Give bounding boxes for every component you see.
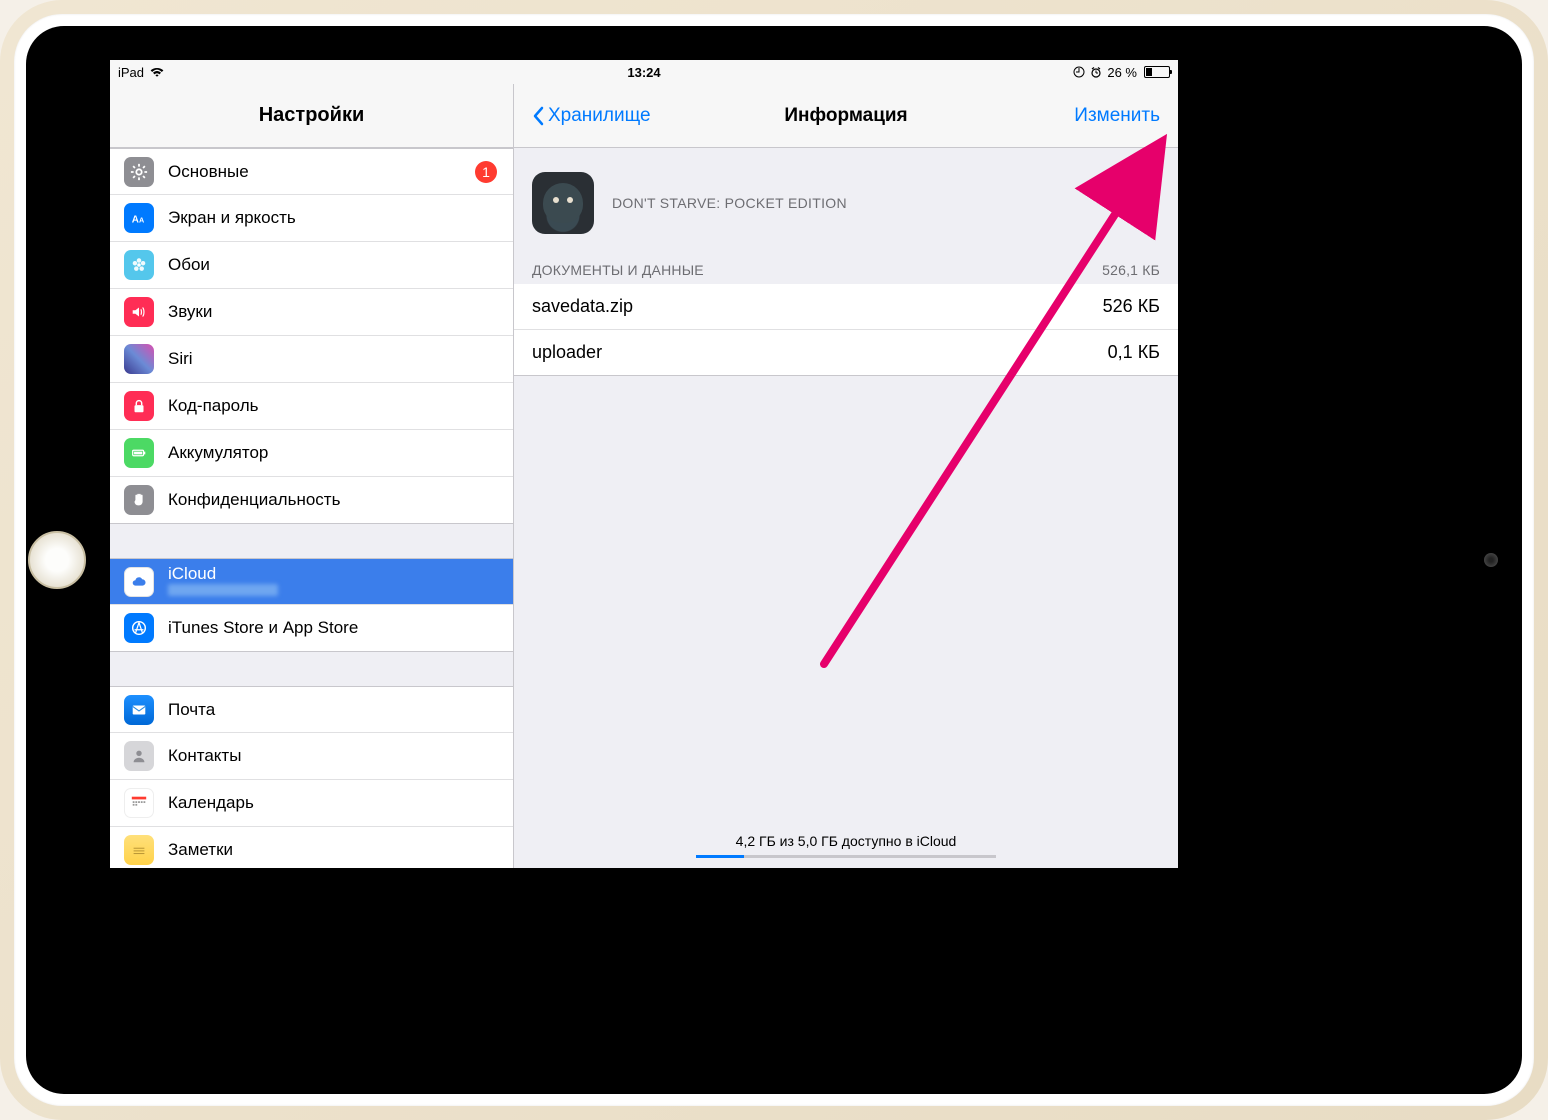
sidebar-item-privacy[interactable]: Конфиденциальность: [110, 477, 513, 524]
device-frame: iPad 13:24 26 % Настройки: [0, 0, 1548, 1120]
envelope-icon: [124, 695, 154, 725]
sidebar-item-label: Звуки: [168, 302, 497, 322]
app-header: DON'T STARVE: POCKET EDITION: [514, 148, 1178, 254]
calendar-icon: [124, 788, 154, 818]
sidebar-item-label: Конфиденциальность: [168, 490, 497, 510]
lock-icon: [124, 391, 154, 421]
sidebar-item-label: Почта: [168, 700, 497, 720]
sidebar-item-calendar[interactable]: Календарь: [110, 780, 513, 827]
detail-body[interactable]: DON'T STARVE: POCKET EDITION ДОКУМЕНТЫ И…: [514, 148, 1178, 817]
battery-icon: [124, 438, 154, 468]
sidebar-item-siri[interactable]: Siri: [110, 336, 513, 383]
sidebar-item-label: Заметки: [168, 840, 497, 860]
file-size: 0,1 КБ: [1108, 342, 1160, 363]
device-label: iPad: [118, 65, 144, 80]
sidebar-item-label: Обои: [168, 255, 497, 275]
appstore-icon: [124, 613, 154, 643]
screen: iPad 13:24 26 % Настройки: [110, 60, 1178, 868]
flower-icon: [124, 250, 154, 280]
app-name: DON'T STARVE: POCKET EDITION: [612, 195, 847, 211]
storage-available-text: 4,2 ГБ из 5,0 ГБ доступно в iCloud: [514, 833, 1178, 849]
back-label: Хранилище: [548, 105, 651, 127]
sidebar-item-label: Календарь: [168, 793, 497, 813]
home-button[interactable]: [28, 531, 86, 589]
status-bar: iPad 13:24 26 %: [110, 60, 1178, 84]
storage-bar-fill: [696, 855, 744, 858]
detail-title: Информация: [784, 105, 907, 127]
detail-pane: Хранилище Информация Изменить DON'T STAR…: [514, 84, 1178, 868]
gear-icon: [124, 157, 154, 187]
file-size: 526 КБ: [1103, 296, 1160, 317]
sidebar-item-notes[interactable]: Заметки: [110, 827, 513, 868]
person-icon: [124, 741, 154, 771]
sidebar-item-label: iCloud: [168, 564, 278, 584]
orientation-lock-icon: [1073, 66, 1085, 78]
wifi-icon: [149, 66, 165, 78]
sidebar-item-mail[interactable]: Почта: [110, 686, 513, 733]
cloud-icon: [124, 567, 154, 597]
sidebar-item-wallpaper[interactable]: Обои: [110, 242, 513, 289]
section-title: ДОКУМЕНТЫ И ДАННЫЕ: [532, 262, 704, 278]
sidebar-item-display[interactable]: AA Экран и яркость: [110, 195, 513, 242]
hand-icon: [124, 485, 154, 515]
app-thumbnail-icon: [532, 172, 594, 234]
sidebar-item-passcode[interactable]: Код-пароль: [110, 383, 513, 430]
sidebar-item-label: Siri: [168, 349, 497, 369]
sidebar-item-general[interactable]: Основные 1: [110, 148, 513, 195]
svg-text:A: A: [139, 216, 144, 225]
notes-icon: [124, 835, 154, 865]
sidebar-group-2: iCloud iTunes Store и App Store: [110, 558, 513, 652]
sidebar-group-3: Почта Контакты Календарь Заметки: [110, 686, 513, 868]
sidebar-item-label: Контакты: [168, 746, 497, 766]
sidebar-title: Настройки: [110, 84, 513, 148]
icloud-account-redacted: [168, 584, 278, 599]
section-total-size: 526,1 КБ: [1102, 262, 1160, 278]
storage-bar: [696, 855, 996, 858]
sidebar-item-label: Аккумулятор: [168, 443, 497, 463]
file-row[interactable]: uploader 0,1 КБ: [514, 330, 1178, 376]
sidebar-item-icloud[interactable]: iCloud: [110, 558, 513, 605]
back-button[interactable]: Хранилище: [532, 105, 651, 127]
battery-percent: 26 %: [1107, 65, 1137, 80]
sidebar-item-label: Основные: [168, 162, 475, 182]
battery-icon: [1142, 66, 1170, 78]
text-size-icon: AA: [124, 203, 154, 233]
sidebar-item-contacts[interactable]: Контакты: [110, 733, 513, 780]
sidebar-item-label: Экран и яркость: [168, 208, 497, 228]
sidebar-item-sounds[interactable]: Звуки: [110, 289, 513, 336]
file-name: savedata.zip: [532, 296, 633, 317]
notification-badge: 1: [475, 161, 497, 183]
front-camera-icon: [1484, 553, 1498, 567]
sidebar-list[interactable]: Основные 1 AA Экран и яркость Обои: [110, 148, 513, 868]
storage-footer: 4,2 ГБ из 5,0 ГБ доступно в iCloud: [514, 817, 1178, 868]
file-row[interactable]: savedata.zip 526 КБ: [514, 284, 1178, 330]
siri-icon: [124, 344, 154, 374]
sidebar-item-battery[interactable]: Аккумулятор: [110, 430, 513, 477]
documents-section-header: ДОКУМЕНТЫ И ДАННЫЕ 526,1 КБ: [514, 254, 1178, 284]
speaker-icon: [124, 297, 154, 327]
alarm-icon: [1090, 66, 1102, 78]
sidebar-item-label: iTunes Store и App Store: [168, 618, 497, 638]
chevron-left-icon: [532, 106, 544, 126]
svg-text:A: A: [132, 215, 139, 226]
sidebar-item-label: Код-пароль: [168, 396, 497, 416]
settings-sidebar: Настройки Основные 1 AA Экран и яркость: [110, 84, 514, 868]
status-time: 13:24: [627, 65, 660, 80]
sidebar-group-1: Основные 1 AA Экран и яркость Обои: [110, 148, 513, 524]
edit-button[interactable]: Изменить: [1074, 105, 1160, 127]
sidebar-item-appstore[interactable]: iTunes Store и App Store: [110, 605, 513, 652]
detail-header: Хранилище Информация Изменить: [514, 84, 1178, 148]
file-name: uploader: [532, 342, 602, 363]
